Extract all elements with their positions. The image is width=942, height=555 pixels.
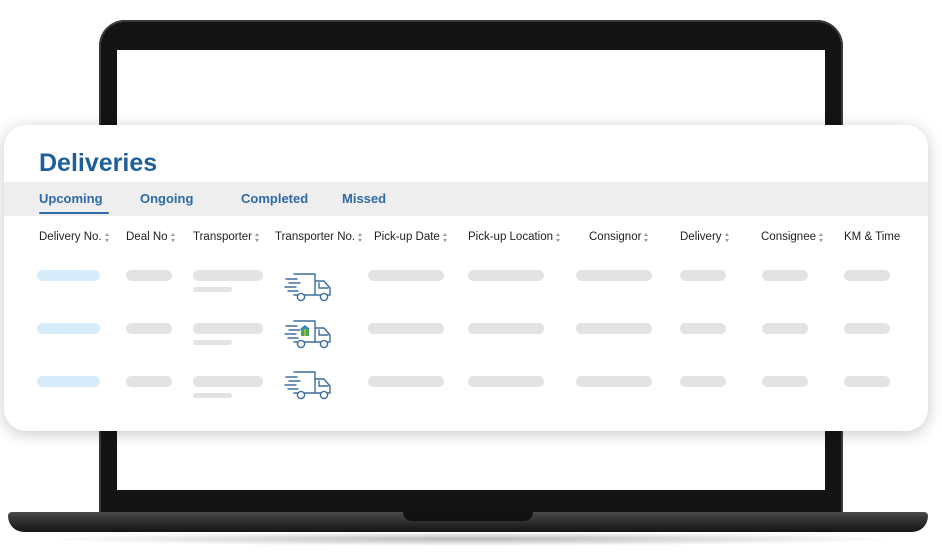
tab-bar: Upcoming Ongoing Completed Missed bbox=[4, 182, 928, 216]
placeholder-deal-no bbox=[126, 270, 172, 281]
sort-icon[interactable] bbox=[255, 232, 260, 242]
column-header-delivery-no[interactable]: Delivery No. bbox=[39, 231, 110, 243]
placeholder-pickup-location bbox=[468, 376, 544, 387]
placeholder-delivery bbox=[680, 323, 726, 334]
column-header-consignor[interactable]: Consignor bbox=[589, 231, 649, 243]
placeholder-km-time bbox=[844, 376, 890, 387]
column-header-pickup-location[interactable]: Pick-up Location bbox=[468, 231, 561, 243]
laptop-shadow bbox=[40, 532, 902, 546]
tab-upcoming[interactable]: Upcoming bbox=[39, 191, 109, 214]
placeholder-deal-no bbox=[126, 323, 172, 334]
sort-icon[interactable] bbox=[104, 232, 110, 242]
placeholder-consignor bbox=[576, 270, 652, 281]
column-header-consignee[interactable]: Consignee bbox=[761, 231, 824, 243]
laptop-base bbox=[8, 512, 928, 532]
sort-icon[interactable] bbox=[170, 232, 176, 242]
placeholder-km-time bbox=[844, 270, 890, 281]
placeholder-delivery bbox=[680, 376, 726, 387]
deliveries-card: Deliveries Upcoming Ongoing Completed Mi… bbox=[4, 125, 928, 431]
sort-icon[interactable] bbox=[724, 232, 730, 242]
placeholder-consignee bbox=[762, 376, 808, 387]
placeholder-transporter bbox=[193, 270, 263, 281]
placeholder-transporter bbox=[193, 376, 263, 387]
placeholder-delivery-no bbox=[37, 270, 100, 281]
placeholder-km-time bbox=[844, 323, 890, 334]
placeholder-consignor bbox=[576, 323, 652, 334]
sort-icon[interactable] bbox=[358, 232, 363, 242]
placeholder-deal-no bbox=[126, 376, 172, 387]
delivery-truck-icon bbox=[284, 371, 331, 400]
column-header-delivery[interactable]: Delivery bbox=[680, 231, 730, 243]
placeholder-delivery-no bbox=[37, 376, 100, 387]
placeholder-consignee bbox=[762, 323, 808, 334]
placeholder-pickup-date bbox=[368, 323, 444, 334]
placeholder-pickup-date bbox=[368, 376, 444, 387]
placeholder-consignor bbox=[576, 376, 652, 387]
placeholder-transporter-sub bbox=[193, 393, 232, 398]
sort-icon[interactable] bbox=[442, 232, 448, 242]
tab-ongoing[interactable]: Ongoing bbox=[140, 191, 193, 206]
placeholder-transporter bbox=[193, 323, 263, 334]
column-header-km-time[interactable]: KM & Time bbox=[844, 231, 900, 243]
placeholder-delivery-no bbox=[37, 323, 100, 334]
tab-missed[interactable]: Missed bbox=[342, 191, 386, 206]
placeholder-transporter-sub bbox=[193, 287, 232, 292]
column-header-pickup-date[interactable]: Pick-up Date bbox=[374, 231, 448, 243]
placeholder-consignee bbox=[762, 270, 808, 281]
column-header-transporter-no[interactable]: Transporter No. bbox=[275, 231, 363, 243]
delivery-truck-icon bbox=[284, 273, 331, 302]
delivery-truck-with-box-icon bbox=[284, 320, 331, 349]
placeholder-delivery bbox=[680, 270, 726, 281]
page-title: Deliveries bbox=[39, 149, 158, 177]
sort-icon[interactable] bbox=[556, 232, 561, 242]
placeholder-pickup-date bbox=[368, 270, 444, 281]
placeholder-pickup-location bbox=[468, 270, 544, 281]
laptop-notch bbox=[403, 512, 533, 521]
column-header-transporter[interactable]: Transporter bbox=[193, 231, 260, 243]
placeholder-transporter-sub bbox=[193, 340, 232, 345]
sort-icon[interactable] bbox=[644, 232, 649, 242]
sort-icon[interactable] bbox=[818, 232, 824, 242]
column-header-deal-no[interactable]: Deal No bbox=[126, 231, 176, 243]
tab-completed[interactable]: Completed bbox=[241, 191, 308, 206]
placeholder-pickup-location bbox=[468, 323, 544, 334]
